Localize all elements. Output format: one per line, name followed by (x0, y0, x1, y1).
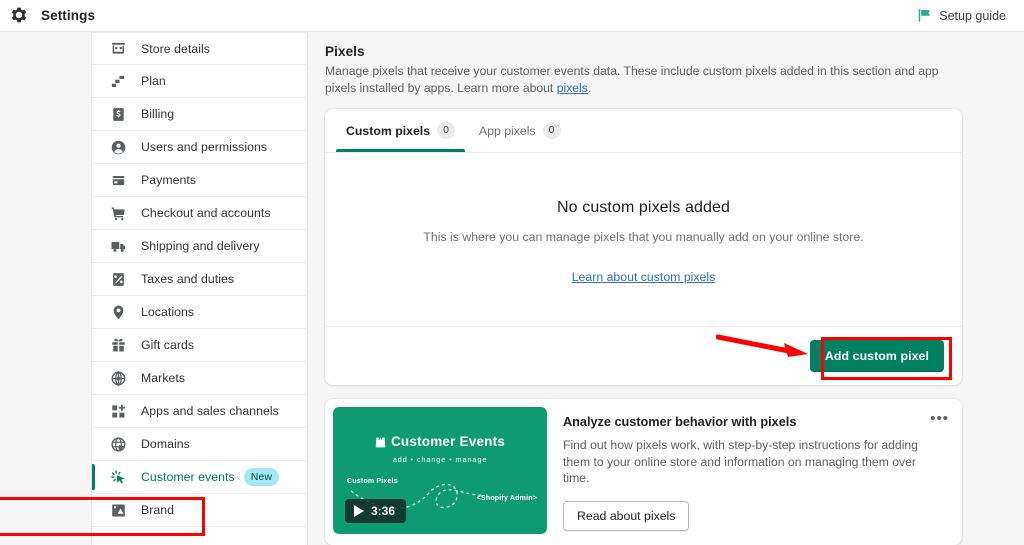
sidebar-item-domains[interactable]: Domains (92, 428, 307, 461)
sidebar-item-label: Checkout and accounts (141, 206, 271, 220)
sidebar-item-label: Markets (141, 371, 186, 385)
receipt-dollar-icon (110, 106, 127, 123)
video-card-title: Analyze customer behavior with pixels (563, 415, 797, 429)
sidebar-item-label: Domains (141, 437, 190, 451)
tab-label: Custom pixels (346, 123, 431, 138)
sidebar-item-shipping-and-delivery[interactable]: Shipping and delivery (92, 230, 307, 263)
sidebar-item-gift-cards[interactable]: Gift cards (92, 329, 307, 362)
sidebar-item-label: Shipping and delivery (141, 239, 260, 253)
tab-count-badge: 0 (542, 121, 561, 140)
store-icon (110, 40, 127, 57)
gift-icon (110, 337, 127, 354)
pixels-tabs: Custom pixels 0 App pixels 0 (325, 109, 962, 153)
tab-count-badge: 0 (437, 121, 455, 140)
sidebar-item-label: Apps and sales channels (141, 404, 279, 418)
settings-sidebar: Store details Plan Billing Users and per… (91, 32, 308, 545)
plan-icon (110, 73, 127, 90)
kebab-menu-icon[interactable]: ••• (930, 411, 949, 426)
sidebar-item-label: Users and permissions (141, 140, 268, 154)
play-button[interactable]: 3:36 (345, 499, 407, 523)
empty-state-subtitle: This is where you can manage pixels that… (423, 230, 864, 244)
main-content: Pixels Manage pixels that receive your c… (309, 32, 1024, 545)
add-custom-pixel-button[interactable]: Add custom pixel (809, 340, 944, 372)
top-bar: Settings Setup guide (0, 0, 1024, 32)
top-bar-left: Settings (0, 6, 95, 26)
description-text-part1: Manage pixels that receive your customer… (325, 64, 939, 95)
sidebar-item-markets[interactable]: Markets (92, 362, 307, 395)
sidebar-item-label: Locations (141, 305, 195, 319)
brand-image-icon (110, 502, 127, 519)
sidebar-item-checkout-and-accounts[interactable]: Checkout and accounts (92, 197, 307, 230)
sidebar-item-label: Taxes and duties (141, 272, 235, 286)
pixels-description: Manage pixels that receive your customer… (325, 63, 955, 96)
percent-receipt-icon (110, 271, 127, 288)
pixels-link[interactable]: pixels (557, 81, 588, 95)
sidebar-item-locations[interactable]: Locations (92, 296, 307, 329)
video-thumbnail[interactable]: Customer Events add • change • manage Cu… (333, 407, 547, 534)
sidebar-item-label: Billing (141, 107, 175, 121)
pixels-card-footer: Add custom pixel (325, 326, 962, 385)
shopify-bag-icon (375, 436, 386, 448)
sidebar-item-label: Gift cards (141, 338, 195, 352)
sidebar-item-label: Customer events (141, 470, 235, 484)
video-brand-title-text: Customer Events (390, 434, 506, 449)
sidebar-item-brand[interactable]: Brand (92, 494, 307, 527)
play-icon (354, 505, 364, 517)
description-text-part2: . (587, 80, 592, 95)
apps-plus-icon (110, 403, 127, 420)
sidebar-item-apps-and-sales-channels[interactable]: Apps and sales channels (92, 395, 307, 428)
globe-icon (110, 436, 127, 453)
tab-app-pixels[interactable]: App pixels 0 (467, 109, 573, 152)
truck-icon (110, 238, 127, 255)
cursor-click-icon (110, 469, 127, 486)
location-pin-icon (110, 304, 127, 321)
tab-label: App pixels (478, 123, 536, 138)
sidebar-item-payments[interactable]: Payments (92, 164, 307, 197)
page-body: Store details Plan Billing Users and per… (0, 32, 1024, 545)
video-label-shopify-admin: <Shopify Admin> (476, 495, 537, 502)
pixels-card: Custom pixels 0 App pixels 0 No custom p… (325, 109, 962, 385)
pixels-heading: Pixels (325, 44, 365, 59)
empty-state: No custom pixels added This is where you… (325, 153, 962, 326)
video-brand-header: Customer Events add • change • manage (333, 434, 547, 464)
status-badge: New (243, 467, 280, 487)
video-card-body: ••• Analyze customer behavior with pixel… (547, 399, 962, 545)
payment-card-icon (110, 172, 127, 189)
sidebar-item-store-details[interactable]: Store details (92, 32, 307, 65)
read-about-pixels-button[interactable]: Read about pixels (563, 500, 690, 531)
video-brand-title: Customer Events (375, 434, 505, 449)
flag-icon (917, 8, 932, 23)
video-brand-subtitle: add • change • manage (392, 455, 488, 464)
learn-about-custom-pixels-link[interactable]: Learn about custom pixels (572, 270, 716, 284)
video-duration: 3:36 (371, 504, 396, 518)
setup-guide-label: Setup guide (939, 8, 1006, 23)
sidebar-item-label: Payments (141, 173, 197, 187)
learn-video-card: Customer Events add • change • manage Cu… (325, 399, 962, 545)
sidebar-item-label: Plan (141, 74, 166, 88)
tab-custom-pixels[interactable]: Custom pixels 0 (334, 109, 467, 152)
sidebar-item-plan[interactable]: Plan (92, 65, 307, 98)
sidebar-item-label: Brand (141, 503, 175, 517)
video-label-custom-pixels: Custom Pixels (347, 478, 398, 485)
gear-icon[interactable] (9, 6, 29, 26)
sidebar-item-billing[interactable]: Billing (92, 98, 307, 131)
person-icon (110, 139, 127, 156)
globe-target-icon (110, 370, 127, 387)
cart-icon (110, 205, 127, 222)
setup-guide-button[interactable]: Setup guide (917, 8, 1024, 23)
sidebar-item-taxes-and-duties[interactable]: Taxes and duties (92, 263, 307, 296)
sidebar-item-users-and-permissions[interactable]: Users and permissions (92, 131, 307, 164)
sidebar-item-label: Store details (141, 41, 211, 56)
annotation-arrow (716, 334, 808, 357)
page-title: Settings (41, 8, 96, 23)
video-card-description: Find out how pixels work, with step-by-s… (563, 438, 918, 485)
empty-state-title: No custom pixels added (557, 199, 730, 216)
sidebar-item-customer-events[interactable]: Customer events New (92, 461, 307, 494)
